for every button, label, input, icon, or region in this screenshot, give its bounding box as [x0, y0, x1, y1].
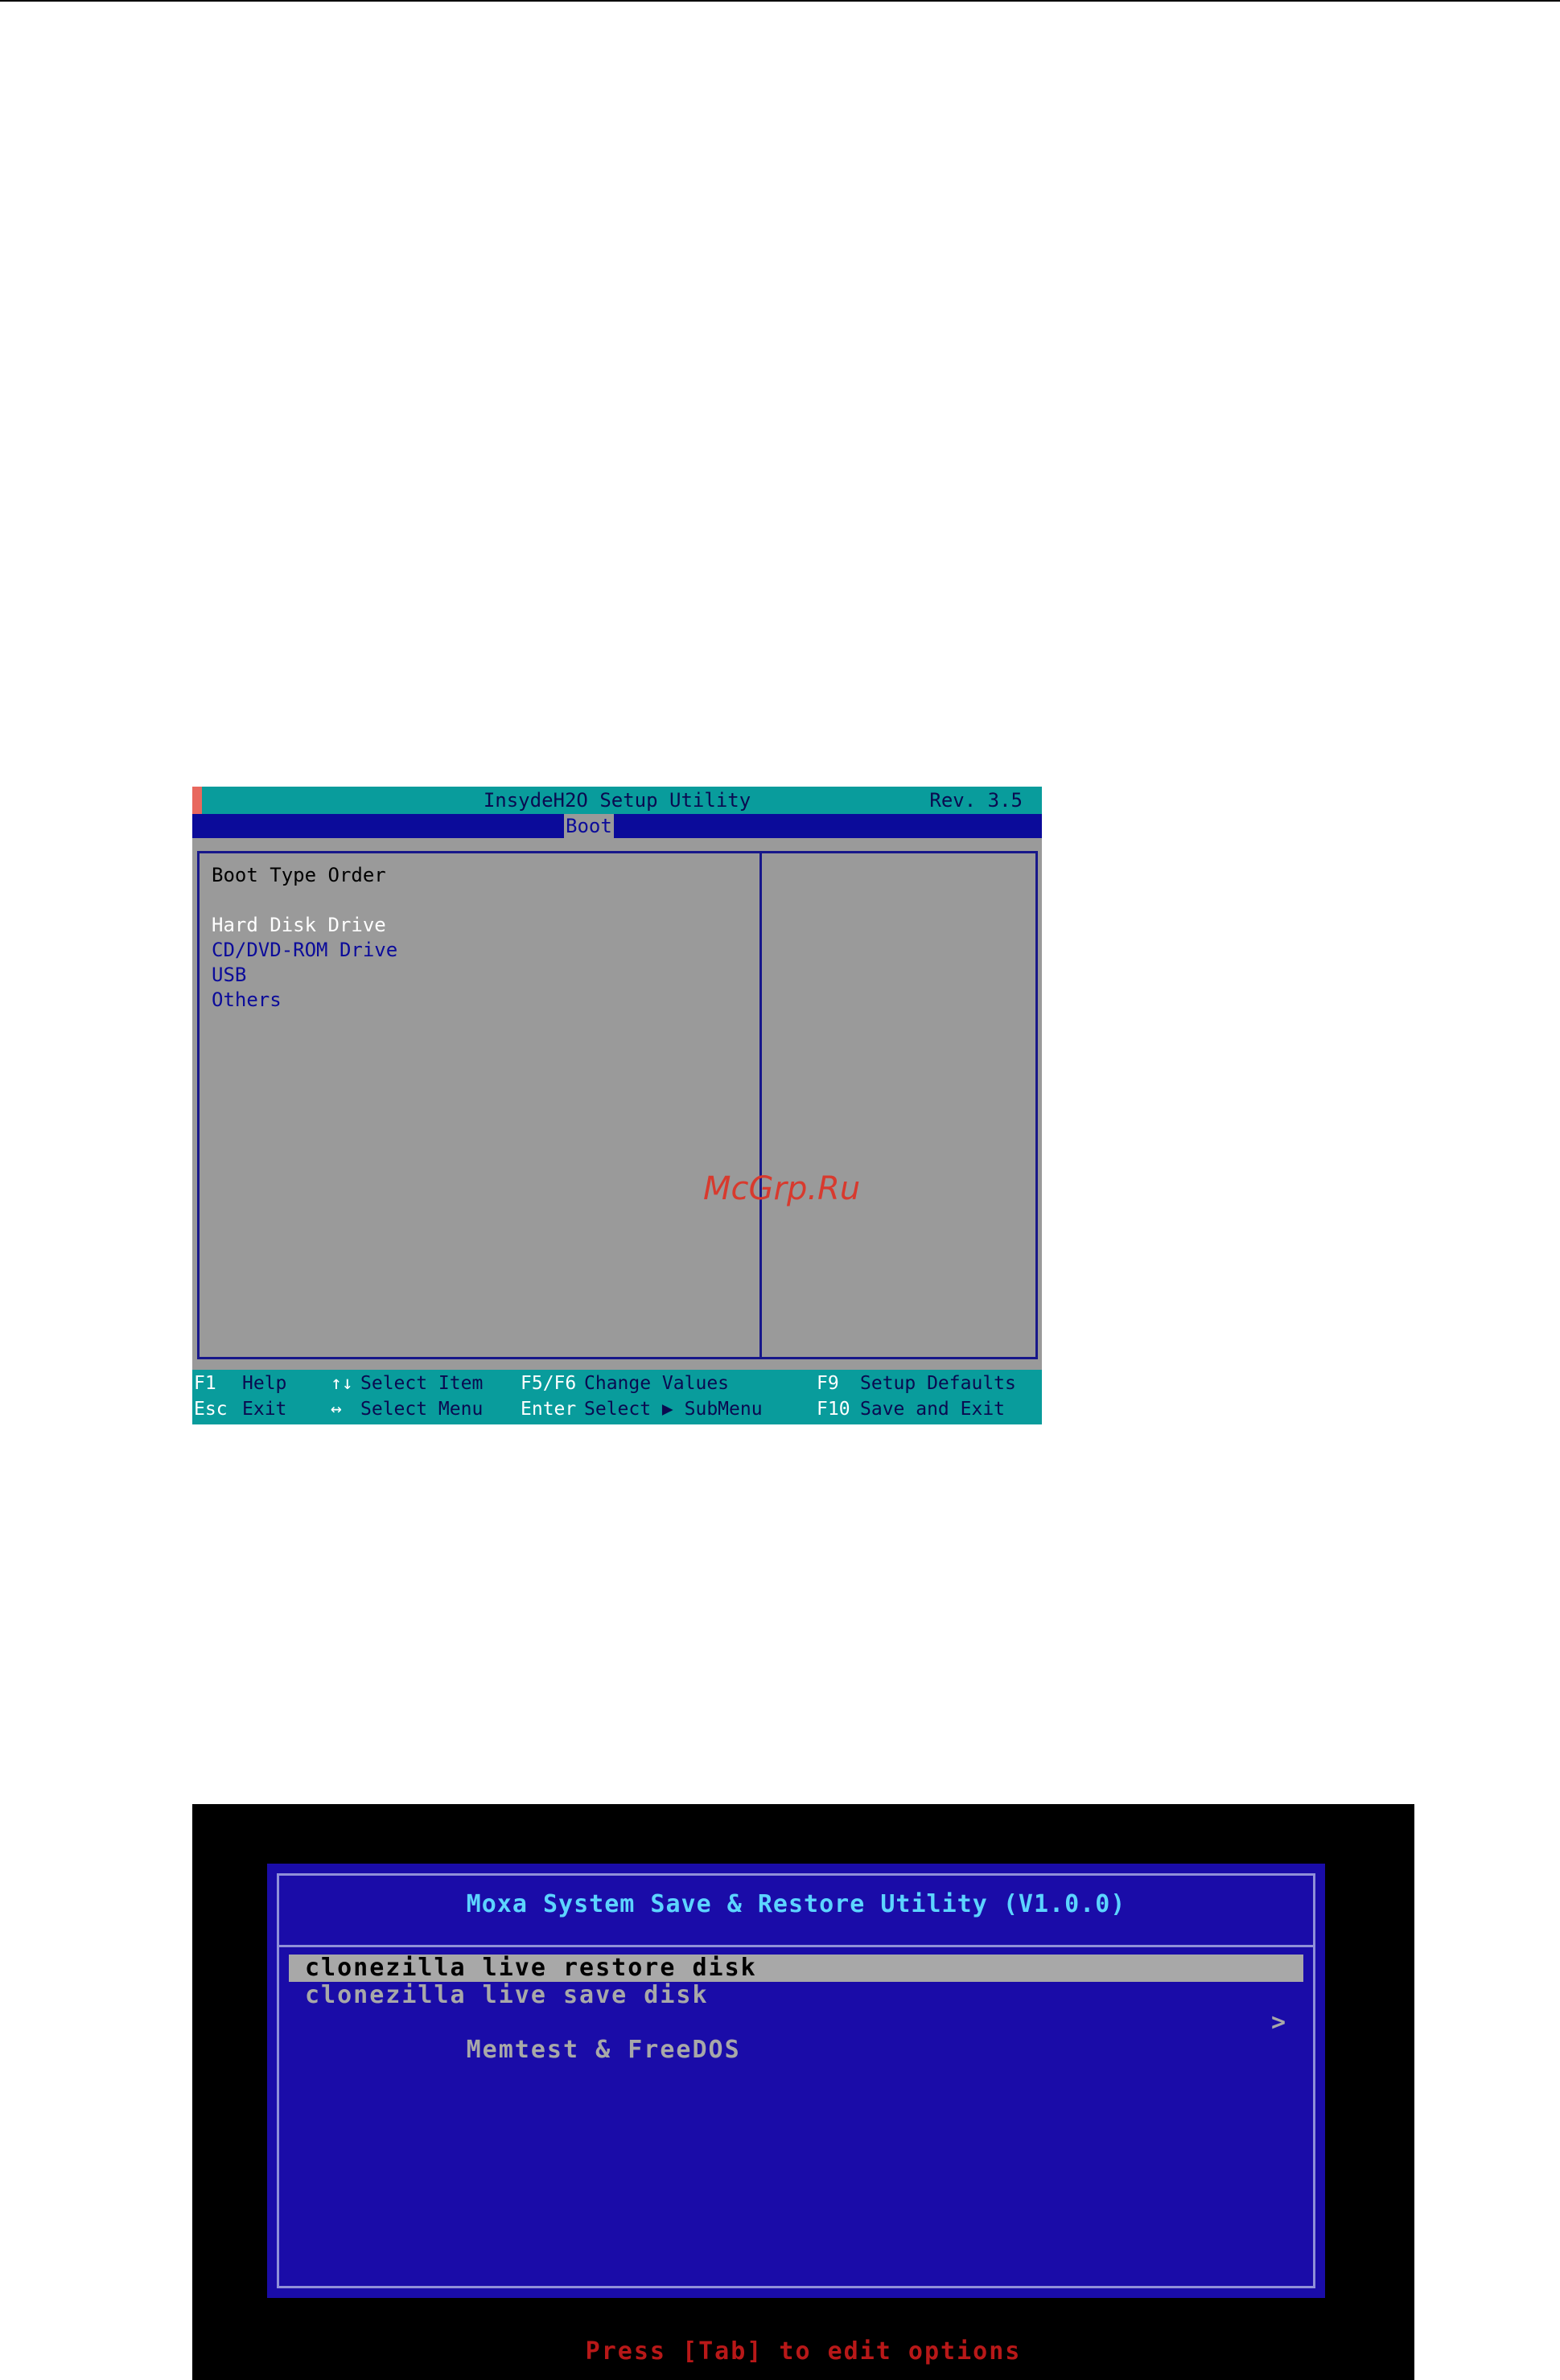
key-left-right-desc: Select Menu	[360, 1399, 484, 1420]
edit-options-hint: Press [Tab] to edit options	[585, 2337, 1022, 2366]
key-f10: F10	[817, 1399, 850, 1420]
bios-title-bar: InsydeH2O Setup Utility Rev. 3.5	[192, 787, 1042, 814]
menu-item-clonezilla-save[interactable]: clonezilla live save disk	[289, 1982, 1303, 2009]
key-legend-row: F1 Help ↑↓ Select Item F5/F6 Change Valu…	[192, 1371, 1042, 1396]
boot-item-hard-disk-drive[interactable]: Hard Disk Drive	[212, 913, 397, 938]
bios-setup-screen: InsydeH2O Setup Utility Rev. 3.5 Boot Bo…	[192, 787, 1042, 1424]
menu-item-clonezilla-restore[interactable]: clonezilla live restore disk	[289, 1955, 1303, 1982]
key-f1-desc: Help	[242, 1373, 287, 1394]
boot-menu-separator	[279, 1945, 1313, 1947]
boot-menu-window: Moxa System Save & Restore Utility (V1.0…	[267, 1864, 1325, 2298]
watermark: McGrp.Ru	[703, 1170, 861, 1207]
boot-menu-screen: Moxa System Save & Restore Utility (V1.0…	[192, 1804, 1414, 2380]
bios-title: InsydeH2O Setup Utility	[483, 789, 751, 812]
boot-type-order-heading: Boot Type Order	[212, 864, 386, 886]
key-legend-row: Esc Exit ↔ Select Menu Enter Select ▶ Su…	[192, 1397, 1042, 1422]
key-esc: Esc	[194, 1399, 228, 1420]
key-up-down-desc: Select Item	[360, 1373, 484, 1394]
key-up-down: ↑↓	[331, 1373, 353, 1394]
bios-key-legend: F1 Help ↑↓ Select Item F5/F6 Change Valu…	[192, 1370, 1042, 1424]
key-enter: Enter	[521, 1399, 577, 1420]
key-f10-desc: Save and Exit	[860, 1399, 1006, 1420]
tab-boot[interactable]: Boot	[564, 814, 614, 838]
boot-item-cd-dvd-rom-drive[interactable]: CD/DVD-ROM Drive	[212, 938, 397, 963]
key-left-right: ↔	[331, 1399, 342, 1420]
boot-menu-frame: Moxa System Save & Restore Utility (V1.0…	[277, 1873, 1315, 2288]
menu-item-label: Memtest & FreeDOS	[466, 2036, 741, 2064]
key-f9: F9	[817, 1373, 839, 1394]
key-f9-desc: Setup Defaults	[860, 1373, 1016, 1394]
key-enter-desc: Select ▶ SubMenu	[584, 1399, 763, 1420]
chevron-right-icon: >	[1270, 2008, 1287, 2037]
boot-item-others[interactable]: Others	[212, 988, 397, 1013]
bios-help-panel	[759, 851, 1038, 1359]
key-f5-f6-desc: Change Values	[584, 1373, 730, 1394]
boot-order-list: Hard Disk Drive CD/DVD-ROM Drive USB Oth…	[212, 913, 397, 1013]
boot-item-usb[interactable]: USB	[212, 963, 397, 988]
boot-menu-title: Moxa System Save & Restore Utility (V1.0…	[466, 1890, 1126, 1918]
key-esc-desc: Exit	[242, 1399, 287, 1420]
page-top-rule	[0, 0, 1560, 2]
key-f5-f6: F5/F6	[521, 1373, 577, 1394]
key-f1: F1	[194, 1373, 216, 1394]
bios-revision: Rev. 3.5	[929, 789, 1023, 812]
boot-menu-list: clonezilla live restore disk clonezilla …	[289, 1955, 1303, 2064]
bios-menu-bar: Boot	[192, 814, 1042, 838]
menu-item-memtest-freedos[interactable]: Memtest & FreeDOS >	[289, 2008, 1303, 2064]
